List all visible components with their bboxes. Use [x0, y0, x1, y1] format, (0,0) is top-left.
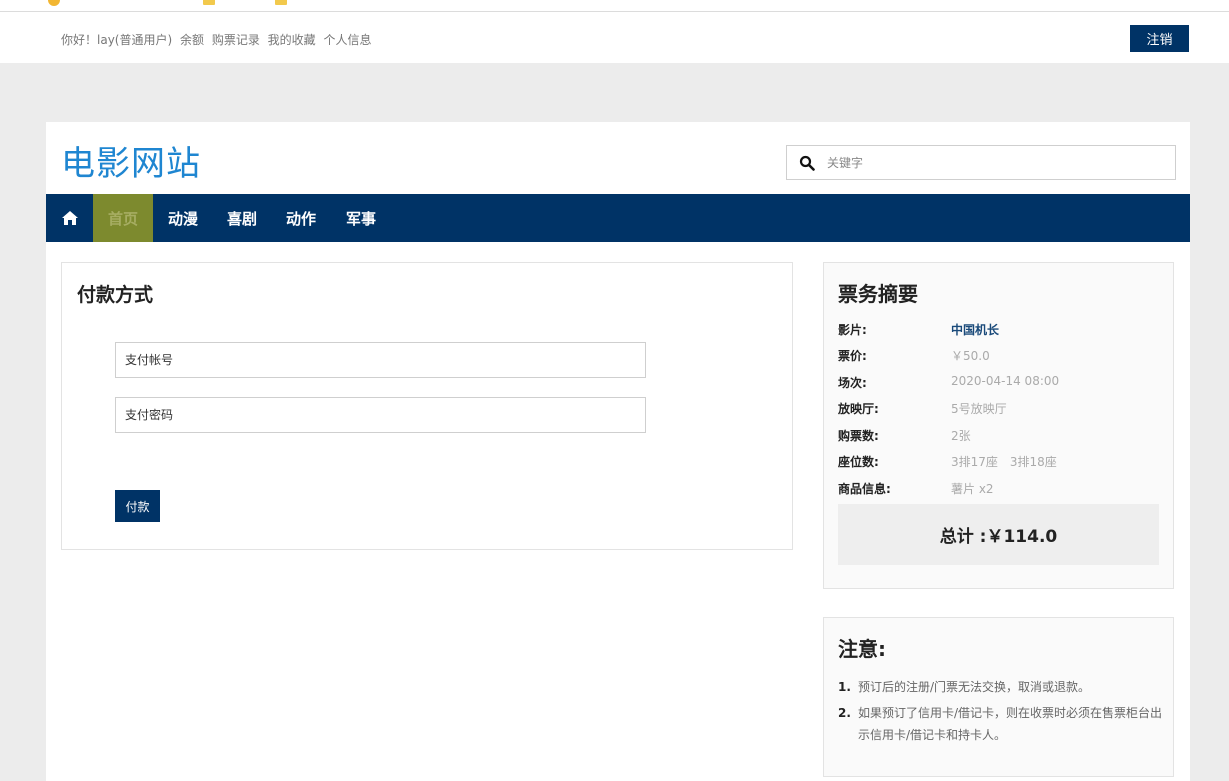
profile-link[interactable]: 个人信息 [324, 33, 372, 47]
payment-panel: 付款方式 付款 [61, 262, 793, 550]
pay-button[interactable]: 付款 [115, 490, 160, 522]
nav-item-comedy[interactable]: 喜剧 [213, 194, 271, 242]
payment-password-input[interactable] [115, 397, 646, 433]
total-amount: 总计 :￥114.0 [838, 504, 1159, 565]
summary-label: 购票数: [838, 429, 879, 443]
notice-number: 2. [838, 706, 851, 720]
bookmark-icon[interactable] [48, 0, 60, 6]
summary-row-hall: 放映厅: 5号放映厅 [838, 400, 1158, 420]
summary-label: 场次: [838, 376, 867, 390]
search-icon[interactable] [799, 155, 815, 171]
summary-value: 2张 [951, 429, 971, 443]
purchase-history-link[interactable]: 购票记录 [212, 33, 260, 47]
main-container: 电影网站 首页 动漫 喜剧 动作 军事 付款方式 付款 票务摘要 影片: 中国机… [46, 122, 1190, 781]
logout-button[interactable]: 注销 [1130, 25, 1189, 52]
summary-row-goods: 商品信息: 薯片 x2 [838, 480, 1158, 500]
summary-value: 5号放映厅 [951, 402, 1007, 416]
favorites-link[interactable]: 我的收藏 [268, 33, 316, 47]
nav-item-action[interactable]: 动作 [271, 194, 331, 242]
notice-item: 1. 预订后的注册/门票无法交换，取消或退款。 [838, 676, 1163, 698]
notice-number: 1. [838, 680, 851, 694]
main-nav: 首页 动漫 喜剧 动作 军事 [46, 194, 1190, 242]
bookmark-folder-icon[interactable] [275, 0, 287, 5]
summary-value: 3排17座 3排18座 [951, 455, 1057, 469]
summary-value: 2020-04-14 08:00 [951, 374, 1060, 388]
payment-title: 付款方式 [77, 284, 154, 306]
notice-panel: 注意: 1. 预订后的注册/门票无法交换，取消或退款。 2. 如果预订了信用卡/… [823, 617, 1174, 777]
search-box[interactable] [786, 145, 1176, 180]
summary-label: 座位数: [838, 455, 879, 469]
balance-link[interactable]: 余额 [180, 33, 204, 47]
ticket-summary-panel: 票务摘要 影片: 中国机长 票价: ￥50.0 场次: 2020-04-14 0… [823, 262, 1174, 589]
user-info: 你好！lay(普通用户) 余额 购票记录 我的收藏 个人信息 [61, 31, 376, 48]
movie-name[interactable]: 中国机长 [951, 321, 999, 338]
summary-row-showtime: 场次: 2020-04-14 08:00 [838, 374, 1158, 394]
bookmark-bar [0, 0, 1229, 12]
summary-value: 薯片 x2 [951, 482, 994, 496]
summary-value: ￥50.0 [951, 349, 990, 363]
nav-item-military[interactable]: 军事 [331, 194, 391, 242]
summary-title: 票务摘要 [838, 282, 918, 306]
notice-title: 注意: [838, 637, 886, 661]
search-input[interactable] [825, 151, 1165, 175]
greeting-text: 你好！lay(普通用户) [61, 33, 173, 47]
site-title[interactable]: 电影网站 [61, 136, 201, 185]
notice-text: 预订后的注册/门票无法交换，取消或退款。 [858, 680, 1091, 694]
notice-item: 2. 如果预订了信用卡/借记卡，则在收票时必须在售票柜台出示信用卡/借记卡和持卡… [838, 702, 1163, 746]
summary-row-ticket-count: 购票数: 2张 [838, 427, 1158, 447]
user-bar: 你好！lay(普通用户) 余额 购票记录 我的收藏 个人信息 注销 [0, 12, 1229, 63]
bookmark-folder-icon[interactable] [203, 0, 215, 5]
payment-account-input[interactable] [115, 342, 646, 378]
summary-label: 商品信息: [838, 482, 891, 496]
summary-label: 票价: [838, 349, 867, 363]
summary-label: 放映厅: [838, 402, 879, 416]
notice-list: 1. 预订后的注册/门票无法交换，取消或退款。 2. 如果预订了信用卡/借记卡，… [838, 676, 1163, 750]
home-icon[interactable] [60, 208, 80, 228]
summary-label: 影片: [838, 323, 867, 337]
notice-text: 如果预订了信用卡/借记卡，则在收票时必须在售票柜台出示信用卡/借记卡和持卡人。 [858, 706, 1163, 742]
summary-row-seats: 座位数: 3排17座 3排18座 [838, 453, 1158, 473]
summary-row-movie: 影片: 中国机长 [838, 321, 1158, 341]
nav-item-anime[interactable]: 动漫 [153, 194, 213, 242]
nav-item-home[interactable]: 首页 [93, 194, 153, 242]
summary-row-price: 票价: ￥50.0 [838, 347, 1158, 367]
